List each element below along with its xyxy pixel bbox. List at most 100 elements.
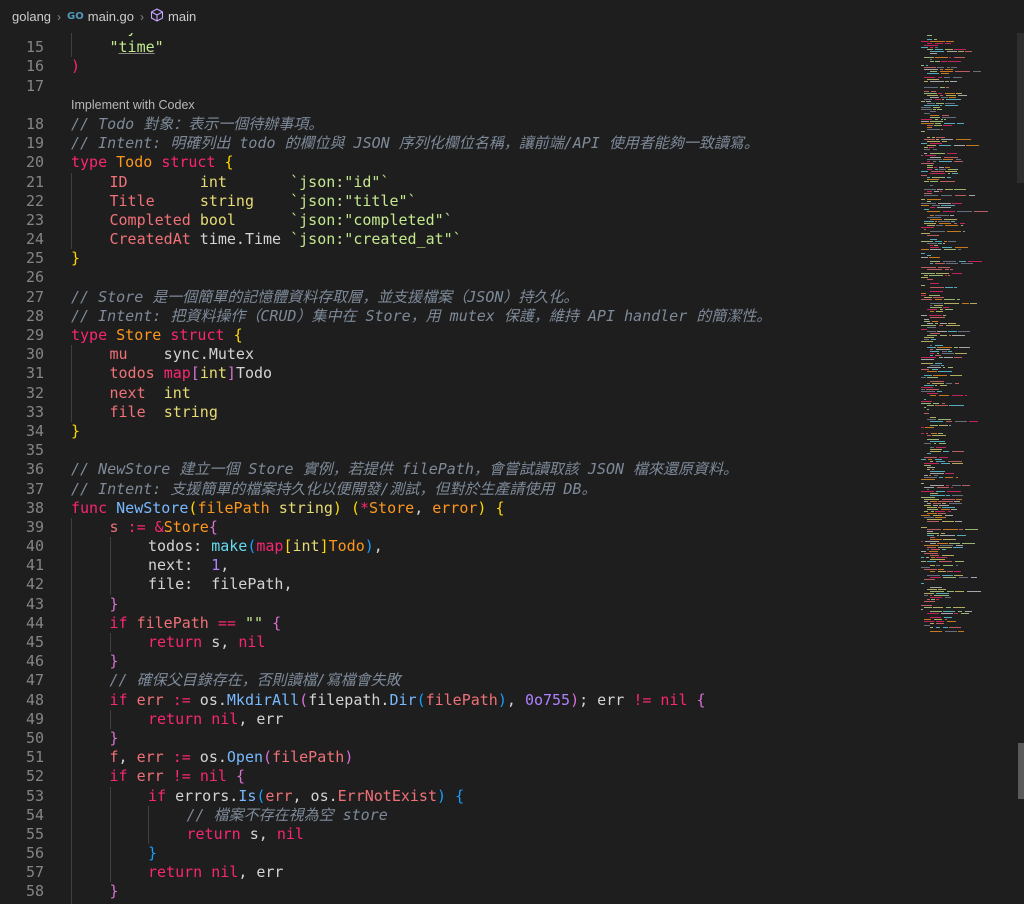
code-text: // 檔案不存在視為空 store (187, 806, 388, 825)
minimap-line (930, 493, 938, 494)
minimap-line (948, 331, 957, 332)
minimap-line (955, 353, 967, 354)
indent-guide (71, 633, 72, 653)
minimap-line (921, 567, 930, 568)
code-token: f (109, 748, 119, 767)
line-number: 52 (25, 767, 44, 786)
minimap-line (956, 93, 962, 94)
minimap-line (921, 491, 934, 492)
minimap-line (921, 163, 934, 164)
minimap-line (935, 57, 948, 58)
code-token: ( (350, 498, 360, 517)
breadcrumb-folder[interactable]: golang (12, 9, 51, 24)
code-token: next (109, 383, 146, 402)
minimap-line (945, 515, 953, 516)
minimap-line (941, 61, 947, 62)
minimap-line (944, 617, 952, 618)
minimap-line (939, 325, 943, 326)
minimap-line (954, 287, 957, 288)
code-token: nil (660, 690, 688, 709)
minimap-line (948, 461, 962, 462)
code-line: 58} (0, 882, 918, 902)
code-editor[interactable]: 14"sync"15"time"16)17Implement with Code… (0, 33, 918, 904)
breadcrumb-symbol[interactable]: main (168, 9, 196, 24)
code-line: 33 file string (0, 402, 918, 422)
code-token: int (163, 383, 191, 402)
minimap-line (924, 517, 934, 518)
minimap-line (932, 137, 935, 138)
code-token: nil (199, 767, 227, 786)
minimap-line (930, 263, 933, 264)
minimap-line (952, 451, 964, 452)
code-token: nil (276, 824, 304, 843)
minimap-line (949, 57, 951, 58)
code-token: os. (190, 690, 227, 709)
minimap-line (935, 511, 945, 512)
code-text: return nil, err (148, 863, 283, 882)
minimap-line (921, 479, 935, 480)
code-token: // Todo 對象：表示一個待辦事項。 (71, 114, 324, 133)
minimap-line (930, 451, 941, 452)
minimap-line (927, 533, 939, 534)
minimap-line (924, 87, 938, 88)
minimap-line (921, 121, 929, 122)
minimap-line (927, 177, 930, 178)
minimap-line (944, 249, 956, 250)
minimap-line (942, 499, 955, 500)
minimap-line (927, 419, 936, 420)
minimap-line (948, 275, 950, 276)
minimap-line (930, 597, 942, 598)
minimap-line (927, 435, 931, 436)
minimap-line (931, 91, 936, 92)
minimap-line (921, 401, 932, 402)
minimap-line (921, 433, 924, 434)
code-line: 32 next int (0, 383, 918, 403)
code-line: 15 "time" (0, 38, 918, 58)
code-text: ID int `json:"id"` (110, 173, 390, 192)
minimap-line (932, 321, 938, 322)
code-text: } (71, 422, 80, 441)
codelens-implement-with-codex[interactable]: Implement with Codex (71, 96, 195, 115)
line-number: 17 (25, 76, 44, 95)
minimap-line (927, 367, 941, 368)
line-number: 31 (25, 364, 44, 383)
minimap-line (930, 115, 939, 116)
minimap-line (927, 335, 937, 336)
minimap-line (930, 591, 944, 592)
minimap-line (949, 627, 961, 628)
scrollbar-thumb[interactable] (1017, 33, 1024, 183)
minimap-line (927, 529, 941, 530)
minimap-line (946, 383, 952, 384)
minimap-line (925, 541, 939, 542)
minimap-line (935, 405, 948, 406)
code-line: 42 file: filePath, (0, 575, 918, 595)
minimap-line (938, 371, 952, 372)
minimap-line (950, 375, 962, 376)
minimap-line (961, 613, 969, 614)
minimap-line (921, 515, 930, 516)
code-text: // Todo 對象：表示一個待辦事項。 (71, 115, 323, 134)
minimap-line (959, 347, 970, 348)
code-token: return (148, 863, 203, 882)
minimap-line (936, 225, 943, 226)
minimap-line (938, 93, 942, 94)
code-token: errors. (166, 786, 239, 805)
minimap-line (930, 631, 942, 632)
indent-guide (71, 383, 72, 403)
code-token: bool (199, 210, 236, 229)
minimap-line (930, 595, 932, 596)
indent-guide (109, 844, 111, 864)
minimap-line (924, 275, 928, 276)
minimap-line (931, 171, 944, 172)
code-token: file: filePath, (148, 575, 293, 594)
minimap[interactable] (918, 33, 1024, 904)
minimap-line (943, 125, 952, 126)
minimap-line (947, 51, 957, 52)
minimap-line (927, 159, 942, 160)
minimap-line (930, 239, 937, 240)
breadcrumb-file[interactable]: main.go (88, 9, 134, 24)
minimap-line (960, 223, 965, 224)
